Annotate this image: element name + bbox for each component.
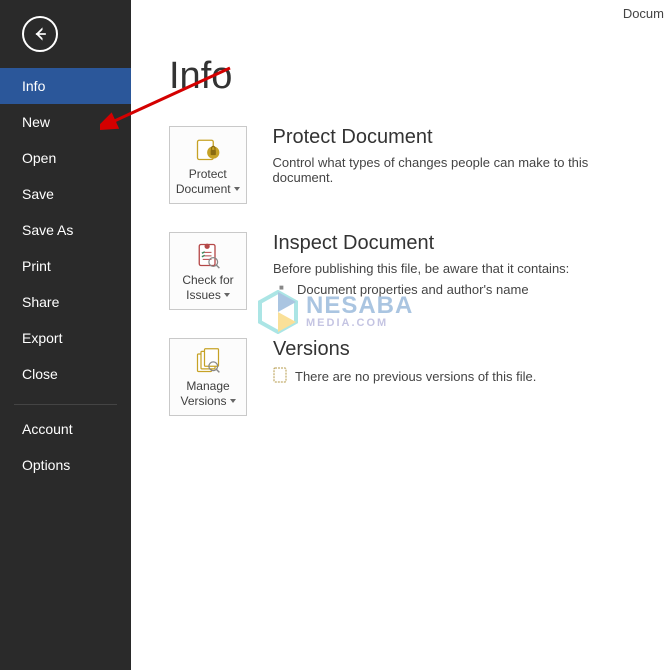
- sidebar-item-info[interactable]: Info: [0, 68, 131, 104]
- inspect-body: Inspect Document Before publishing this …: [273, 232, 569, 310]
- lock-icon: [194, 134, 222, 164]
- sidebar-item-options[interactable]: Options: [0, 447, 131, 483]
- inspect-list-item: Document properties and author's name: [297, 282, 569, 297]
- sidebar-item-close[interactable]: Close: [0, 356, 131, 392]
- document-stack-icon: [194, 346, 222, 376]
- tile-label-line1: Protect: [189, 167, 227, 181]
- tile-label-line1: Check for: [182, 273, 233, 287]
- tile-label-line2: Document: [176, 182, 240, 196]
- app-root: Docum Info New Open Save Save As Print S…: [0, 0, 670, 670]
- versions-text: There are no previous versions of this f…: [273, 367, 536, 386]
- main-pane: Info Protect Document Protect Document C…: [131, 0, 670, 670]
- sidebar-item-open[interactable]: Open: [0, 140, 131, 176]
- document-icon: [273, 367, 287, 386]
- protect-document-button[interactable]: Protect Document: [169, 126, 247, 204]
- arrow-left-icon: [30, 24, 50, 44]
- sidebar-item-export[interactable]: Export: [0, 320, 131, 356]
- sidebar-item-account[interactable]: Account: [0, 411, 131, 447]
- section-inspect: Check for Issues Inspect Document Before…: [169, 232, 650, 310]
- versions-heading: Versions: [273, 338, 536, 361]
- sidebar-item-new[interactable]: New: [0, 104, 131, 140]
- inspect-list: Document properties and author's name: [273, 282, 569, 297]
- sidebar-item-save-as[interactable]: Save As: [0, 212, 131, 248]
- tile-label-line2: Issues: [186, 288, 230, 302]
- versions-text-label: There are no previous versions of this f…: [295, 369, 536, 384]
- manage-versions-button[interactable]: Manage Versions: [169, 338, 247, 416]
- backstage-sidebar: Info New Open Save Save As Print Share E…: [0, 0, 131, 670]
- sidebar-item-save[interactable]: Save: [0, 176, 131, 212]
- protect-text: Control what types of changes people can…: [273, 155, 651, 185]
- protect-body: Protect Document Control what types of c…: [273, 126, 651, 204]
- sidebar-item-print[interactable]: Print: [0, 248, 131, 284]
- check-for-issues-button[interactable]: Check for Issues: [169, 232, 247, 310]
- section-protect: Protect Document Protect Document Contro…: [169, 126, 650, 204]
- tile-label-line2: Versions: [180, 394, 235, 408]
- inspect-heading: Inspect Document: [273, 232, 569, 255]
- sidebar-item-share[interactable]: Share: [0, 284, 131, 320]
- checklist-icon: [194, 240, 222, 270]
- versions-body: Versions There are no previous versions …: [273, 338, 536, 416]
- inspect-text: Before publishing this file, be aware th…: [273, 261, 569, 276]
- protect-heading: Protect Document: [273, 126, 651, 149]
- page-title: Info: [169, 55, 650, 98]
- back-button[interactable]: [22, 16, 58, 52]
- sidebar-items: Info New Open Save Save As Print Share E…: [0, 68, 131, 483]
- tile-label-line1: Manage: [186, 379, 229, 393]
- sidebar-separator: [14, 404, 117, 405]
- section-versions: Manage Versions Versions There are no pr…: [169, 338, 650, 416]
